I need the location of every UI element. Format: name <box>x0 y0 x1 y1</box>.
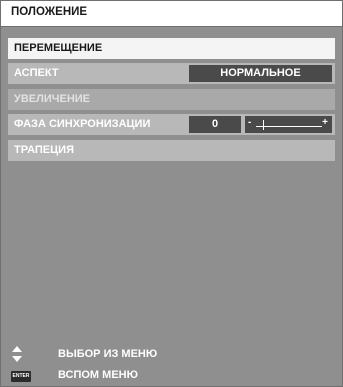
menu-title-bar: ПОЛОЖЕНИЕ <box>1 1 342 27</box>
menu-item-zoom[interactable]: УВЕЛИЧЕНИЕ <box>8 89 335 110</box>
menu-item-label: АСПЕКТ <box>14 67 59 79</box>
slider-minus-label: - <box>248 117 252 128</box>
menu-item-label: ФАЗА СИНХРОНИЗАЦИИ <box>14 118 151 130</box>
slider-track <box>256 126 322 127</box>
slider-thumb[interactable] <box>262 120 264 130</box>
menu-item-aspect[interactable]: АСПЕКТ НОРМАЛЬНОЕ <box>8 63 335 84</box>
submenu-hint: ENTER ВСПОМ МЕНЮ <box>11 367 331 385</box>
menu-item-clock-phase[interactable]: ФАЗА СИНХРОНИЗАЦИИ 0 - + <box>8 114 335 135</box>
clock-phase-slider[interactable]: - + <box>245 116 332 133</box>
select-hint-text: ВЫБОР ИЗ МЕНЮ <box>58 348 158 360</box>
menu-item-keystone[interactable]: ТРАПЕЦИЯ <box>8 140 335 161</box>
up-down-arrows-icon <box>12 346 22 362</box>
menu-item-label: ТРАПЕЦИЯ <box>14 144 74 156</box>
aspect-value[interactable]: НОРМАЛЬНОЕ <box>189 65 332 82</box>
menu-item-label: ПЕРЕМЕЩЕНИЕ <box>14 42 103 54</box>
select-hint: ВЫБОР ИЗ МЕНЮ <box>11 346 331 364</box>
menu-item-shift[interactable]: ПЕРЕМЕЩЕНИЕ <box>8 38 335 59</box>
position-menu-window: ПОЛОЖЕНИЕ ПЕРЕМЕЩЕНИЕ АСПЕКТ НОРМАЛЬНОЕ … <box>0 0 343 387</box>
menu-footer: ВЫБОР ИЗ МЕНЮ ENTER ВСПОМ МЕНЮ <box>1 341 342 386</box>
menu-item-label: УВЕЛИЧЕНИЕ <box>14 93 91 105</box>
submenu-hint-text: ВСПОМ МЕНЮ <box>58 369 138 381</box>
menu-title: ПОЛОЖЕНИЕ <box>11 6 88 18</box>
clock-phase-value: 0 <box>189 116 241 133</box>
slider-plus-label: + <box>322 117 328 128</box>
enter-key-icon: ENTER <box>11 371 31 382</box>
